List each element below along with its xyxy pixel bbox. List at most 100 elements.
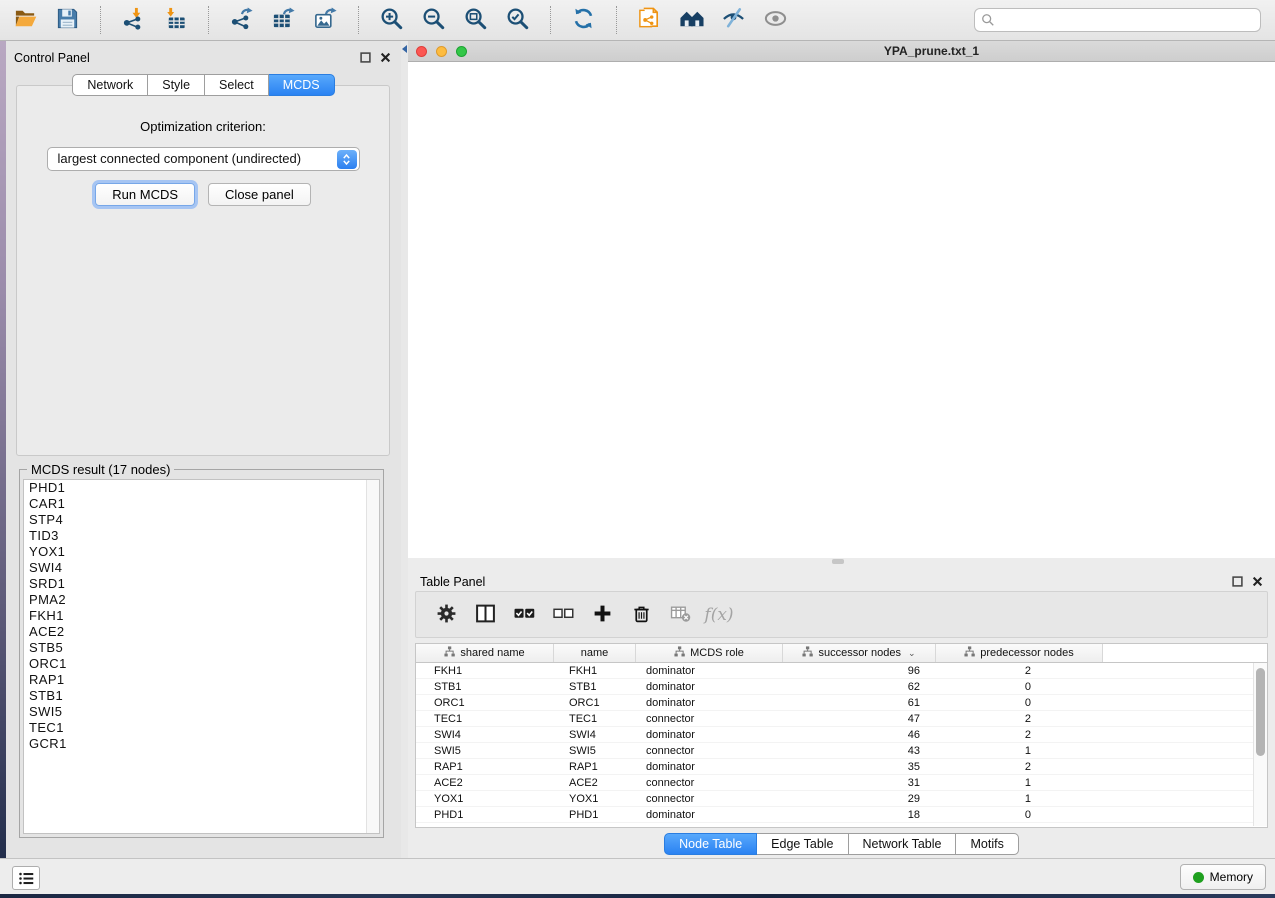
zoom-in-button[interactable] (378, 7, 405, 34)
save-button[interactable] (54, 7, 81, 34)
table-row[interactable]: YOX1YOX1connector291 (416, 791, 1267, 807)
mcds-result-item[interactable]: TID3 (24, 528, 379, 544)
table-scrollbar-thumb[interactable] (1256, 668, 1265, 756)
criterion-select[interactable]: largest connected component (undirected) (47, 147, 360, 171)
table-header-row: shared namenameMCDS rolesuccessor nodes⌄… (416, 644, 1267, 663)
tab-network[interactable]: Network (72, 74, 148, 96)
hide-annotations-button[interactable] (720, 7, 747, 34)
float-panel-icon[interactable] (360, 52, 371, 63)
tab-select[interactable]: Select (205, 74, 269, 96)
tab-node-table[interactable]: Node Table (664, 833, 757, 855)
zoom-out-button[interactable] (420, 7, 447, 34)
mcds-result-item[interactable]: SWI5 (24, 704, 379, 720)
task-history-button[interactable] (12, 866, 40, 890)
mcds-result-item[interactable]: FKH1 (24, 608, 379, 624)
table-cell: connector (636, 791, 783, 806)
trash-button[interactable] (629, 603, 653, 627)
table-row[interactable]: FKH1FKH1dominator962 (416, 663, 1267, 679)
houses-button[interactable] (678, 7, 705, 34)
tab-edge-table[interactable]: Edge Table (757, 833, 848, 855)
table-cell: ACE2 (554, 775, 636, 790)
mcds-result-item[interactable]: STP4 (24, 512, 379, 528)
table-row[interactable]: PHD1PHD1dominator180 (416, 807, 1267, 823)
window-close-light[interactable] (416, 46, 427, 57)
window-zoom-light[interactable] (456, 46, 467, 57)
window-minimize-light[interactable] (436, 46, 447, 57)
table-cell: dominator (636, 679, 783, 694)
show-graphics-details-button[interactable] (762, 7, 789, 34)
table-row[interactable]: SWI4SWI4dominator462 (416, 727, 1267, 743)
add-button[interactable] (590, 603, 614, 627)
mcds-result-item[interactable]: CAR1 (24, 496, 379, 512)
tab-motifs[interactable]: Motifs (956, 833, 1018, 855)
network-graph[interactable] (408, 62, 1275, 558)
close-panel-button[interactable]: Close panel (208, 183, 311, 206)
mcds-result-item[interactable]: RAP1 (24, 672, 379, 688)
search-box[interactable] (974, 8, 1261, 32)
mcds-result-item[interactable]: ORC1 (24, 656, 379, 672)
table-cell: FKH1 (416, 663, 554, 678)
mcds-result-item[interactable]: YOX1 (24, 544, 379, 560)
mcds-result-item[interactable]: PMA2 (24, 592, 379, 608)
tab-style[interactable]: Style (148, 74, 205, 96)
table-row[interactable]: ORC1ORC1dominator610 (416, 695, 1267, 711)
column-header-name[interactable]: name (554, 644, 636, 662)
select-all-button[interactable] (512, 603, 536, 627)
close-panel-icon[interactable] (380, 52, 391, 63)
mcds-result-item[interactable]: TEC1 (24, 720, 379, 736)
export-table-button[interactable] (270, 7, 297, 34)
table-scrollbar[interactable] (1253, 663, 1267, 826)
table-panel-title: Table Panel (420, 575, 485, 589)
network-canvas[interactable] (408, 62, 1275, 558)
table-panel: Table Panel f(x) shared namenameMCDS rol… (408, 565, 1275, 858)
desktop-wallpaper-bottom (0, 894, 1275, 898)
mcds-result-title: MCDS result (17 nodes) (27, 462, 174, 477)
vertical-splitter[interactable] (401, 41, 408, 858)
mcds-result-item[interactable]: SRD1 (24, 576, 379, 592)
column-header-successor-nodes[interactable]: successor nodes⌄ (783, 644, 936, 662)
memory-button[interactable]: Memory (1180, 864, 1266, 890)
table-cell: YOX1 (416, 791, 554, 806)
export-image-button[interactable] (312, 7, 339, 34)
table-row[interactable]: SWI5SWI5connector431 (416, 743, 1267, 759)
columns-button[interactable] (473, 603, 497, 627)
zoom-fit-button[interactable] (462, 7, 489, 34)
refresh-button[interactable] (570, 7, 597, 34)
tab-network-table[interactable]: Network Table (849, 833, 957, 855)
search-input[interactable] (995, 10, 1260, 30)
open-button[interactable] (12, 7, 39, 34)
import-network-button[interactable] (120, 7, 147, 34)
mcds-result-item[interactable]: ACE2 (24, 624, 379, 640)
table-row[interactable]: ACE2ACE2connector311 (416, 775, 1267, 791)
zoom-selected-button[interactable] (504, 7, 531, 34)
open-icon (13, 6, 38, 34)
gear-button[interactable] (434, 603, 458, 627)
import-table-button[interactable] (162, 7, 189, 34)
mcds-result-item[interactable]: GCR1 (24, 736, 379, 752)
column-header-MCDS-role[interactable]: MCDS role (636, 644, 783, 662)
mcds-result-item[interactable]: PHD1 (24, 480, 379, 496)
table-row[interactable]: TEC1TEC1connector472 (416, 711, 1267, 727)
export-network-button[interactable] (228, 7, 255, 34)
column-header-shared-name[interactable]: shared name (416, 644, 554, 662)
table-row[interactable]: STB1STB1dominator620 (416, 679, 1267, 695)
run-mcds-button[interactable]: Run MCDS (95, 183, 195, 206)
float-table-panel-icon[interactable] (1232, 576, 1243, 587)
mcds-result-list[interactable]: PHD1CAR1STP4TID3YOX1SWI4SRD1PMA2FKH1ACE2… (23, 479, 380, 834)
close-table-panel-icon[interactable] (1252, 576, 1263, 587)
splitter-grip[interactable] (832, 559, 844, 564)
new-network-from-selection-button[interactable] (636, 7, 663, 34)
table-row[interactable]: RAP1RAP1dominator352 (416, 759, 1267, 775)
mcds-result-item[interactable]: STB5 (24, 640, 379, 656)
splitter-collapse-icon[interactable] (402, 45, 407, 53)
select-all-icon (514, 603, 535, 627)
deselect-all-button[interactable] (551, 603, 575, 627)
column-header-predecessor-nodes[interactable]: predecessor nodes (936, 644, 1103, 662)
tab-mcds[interactable]: MCDS (269, 74, 335, 96)
table-cell: 18 (783, 807, 936, 822)
mcds-result-item[interactable]: SWI4 (24, 560, 379, 576)
mcds-list-scrollbar[interactable] (366, 480, 379, 833)
mcds-result-item[interactable]: STB1 (24, 688, 379, 704)
horizontal-splitter[interactable] (408, 558, 1275, 565)
sort-chevron-icon[interactable]: ⌄ (908, 648, 916, 659)
